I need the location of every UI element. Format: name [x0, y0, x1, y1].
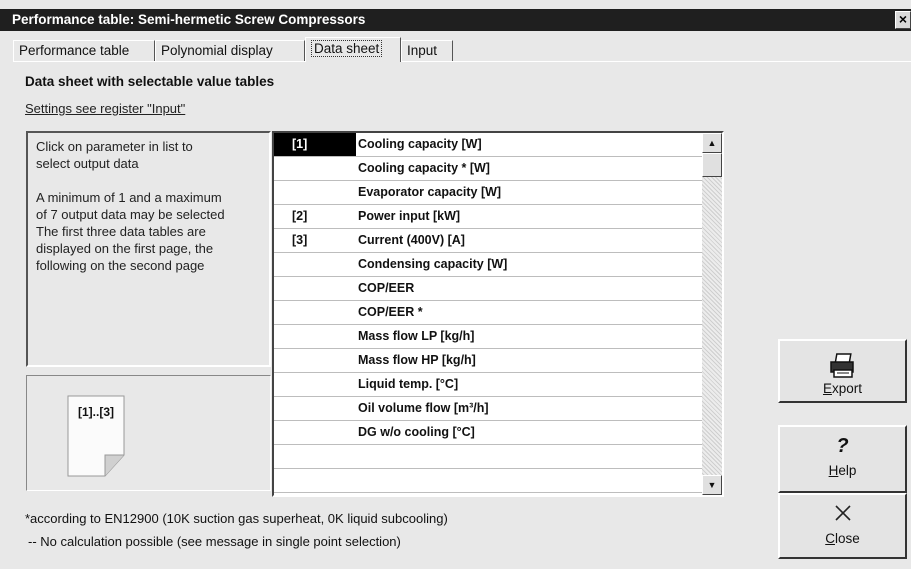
list-item[interactable]: Mass flow LP [kg/h] — [274, 325, 702, 349]
instructions-text: of 7 output data may be selected — [36, 207, 225, 222]
help-button[interactable]: ? Help — [778, 425, 907, 493]
list-item-name: Oil volume flow [m³/h] — [358, 401, 489, 415]
list-item-name: Mass flow HP [kg/h] — [358, 353, 476, 367]
tab-polynomial-display[interactable]: Polynomial display — [155, 40, 305, 61]
list-item-name: Power input [kW] — [358, 209, 461, 223]
list-item-name: COP/EER — [358, 281, 415, 295]
tab-label: Data sheet — [311, 40, 383, 57]
list-item[interactable]: [1] Cooling capacity [W] — [274, 133, 702, 157]
tab-performance-table[interactable]: Performance table — [13, 40, 155, 61]
footnote-no-calculation: -- No calculation possible (see message … — [28, 534, 401, 549]
instructions-text: The first three data tables are — [36, 224, 206, 239]
list-item-selector — [274, 325, 356, 348]
window-titlebar: Performance table: Semi-hermetic Screw C… — [0, 9, 911, 31]
list-item[interactable]: COP/EER — [274, 277, 702, 301]
list-item[interactable]: COP/EER * — [274, 301, 702, 325]
page-preview-box: [1]..[3] — [26, 375, 271, 491]
list-item-selector — [274, 157, 356, 180]
list-item[interactable]: Mass flow HP [kg/h] — [274, 349, 702, 373]
export-mnemonic: E — [822, 381, 832, 396]
list-scrollbar[interactable]: ▲ ▼ — [702, 133, 722, 495]
list-item-selector — [274, 421, 356, 444]
help-mnemonic: H — [828, 463, 839, 478]
window-title: Performance table: Semi-hermetic Screw C… — [12, 12, 366, 27]
scroll-up-arrow-icon[interactable]: ▲ — [702, 133, 722, 153]
list-item[interactable]: DG w/o cooling [°C] — [274, 421, 702, 445]
instructions-text: select output data — [36, 156, 139, 171]
instructions-text: displayed on the first page, the — [36, 241, 214, 256]
close-mnemonic: C — [825, 531, 835, 546]
page-range-label: [1]..[3] — [78, 405, 114, 419]
instructions-text: Click on parameter in list to — [36, 139, 193, 154]
list-item-name: Cooling capacity [W] — [358, 137, 482, 151]
tab-data-sheet[interactable]: Data sheet — [305, 37, 401, 62]
list-item-selector — [274, 181, 356, 204]
list-item[interactable]: [2] Power input [kW] — [274, 205, 702, 229]
list-item-selector — [274, 373, 356, 396]
list-item-selector: [1] — [274, 133, 356, 156]
export-label: xport — [832, 381, 863, 396]
list-item[interactable]: Evaporator capacity [W] — [274, 181, 702, 205]
list-item-selector — [274, 397, 356, 420]
settings-link[interactable]: Settings see register "Input" — [25, 101, 185, 116]
scrollbar-thumb[interactable] — [702, 153, 722, 177]
help-label: elp — [838, 463, 857, 478]
list-item[interactable] — [274, 469, 702, 493]
list-item-selector — [274, 469, 356, 492]
list-item-name: Mass flow LP [kg/h] — [358, 329, 475, 343]
instructions-text: A minimum of 1 and a maximum — [36, 190, 222, 205]
list-item-selector: [2] — [292, 209, 308, 223]
tab-label: Input — [407, 43, 438, 58]
list-item-name: COP/EER * — [358, 305, 423, 319]
list-item-selector — [274, 445, 356, 468]
tab-label: Polynomial display — [161, 43, 273, 58]
list-item-selector — [274, 301, 356, 324]
tab-label: Performance table — [19, 43, 130, 58]
list-item[interactable]: Liquid temp. [°C] — [274, 373, 702, 397]
list-item-name: Condensing capacity [W] — [358, 257, 508, 271]
list-item[interactable] — [274, 445, 702, 469]
instructions-text: following on the second page — [36, 258, 205, 273]
close-x-icon — [834, 505, 851, 521]
list-item-selector: [3] — [292, 233, 308, 247]
tab-panel-border — [13, 61, 911, 62]
list-item[interactable]: Condensing capacity [W] — [274, 253, 702, 277]
list-item-name: Current (400V) [A] — [358, 233, 465, 247]
question-mark-icon: ? — [836, 435, 849, 457]
list-item-name: DG w/o cooling [°C] — [358, 425, 475, 439]
close-label: lose — [834, 531, 860, 546]
footnote-en12900: *according to EN12900 (10K suction gas s… — [25, 511, 448, 526]
list-item-selector — [274, 349, 356, 372]
list-item-name: Evaporator capacity [W] — [358, 185, 502, 199]
printer-icon — [829, 353, 854, 378]
export-button[interactable]: Export — [778, 339, 907, 403]
list-item-name: Liquid temp. [°C] — [358, 377, 459, 391]
tab-input[interactable]: Input — [401, 40, 453, 61]
list-item-name: Cooling capacity * [W] — [358, 161, 490, 175]
list-item[interactable]: [3] Current (400V) [A] — [274, 229, 702, 253]
list-item[interactable]: Cooling capacity * [W] — [274, 157, 702, 181]
list-item-selector — [274, 253, 356, 276]
scroll-down-arrow-icon[interactable]: ▼ — [702, 475, 722, 495]
page-title: Data sheet with selectable value tables — [25, 74, 275, 89]
list-item-selector — [274, 277, 356, 300]
instructions-box: Click on parameter in list to select out… — [26, 131, 271, 367]
window-close-button[interactable]: × — [895, 11, 911, 29]
list-item[interactable]: Oil volume flow [m³/h] — [274, 397, 702, 421]
output-data-list[interactable]: [1] Cooling capacity [W] Cooling capacity … — [272, 131, 724, 497]
page-document-icon: [1]..[3] — [67, 395, 125, 477]
close-button[interactable]: Close — [778, 493, 907, 559]
